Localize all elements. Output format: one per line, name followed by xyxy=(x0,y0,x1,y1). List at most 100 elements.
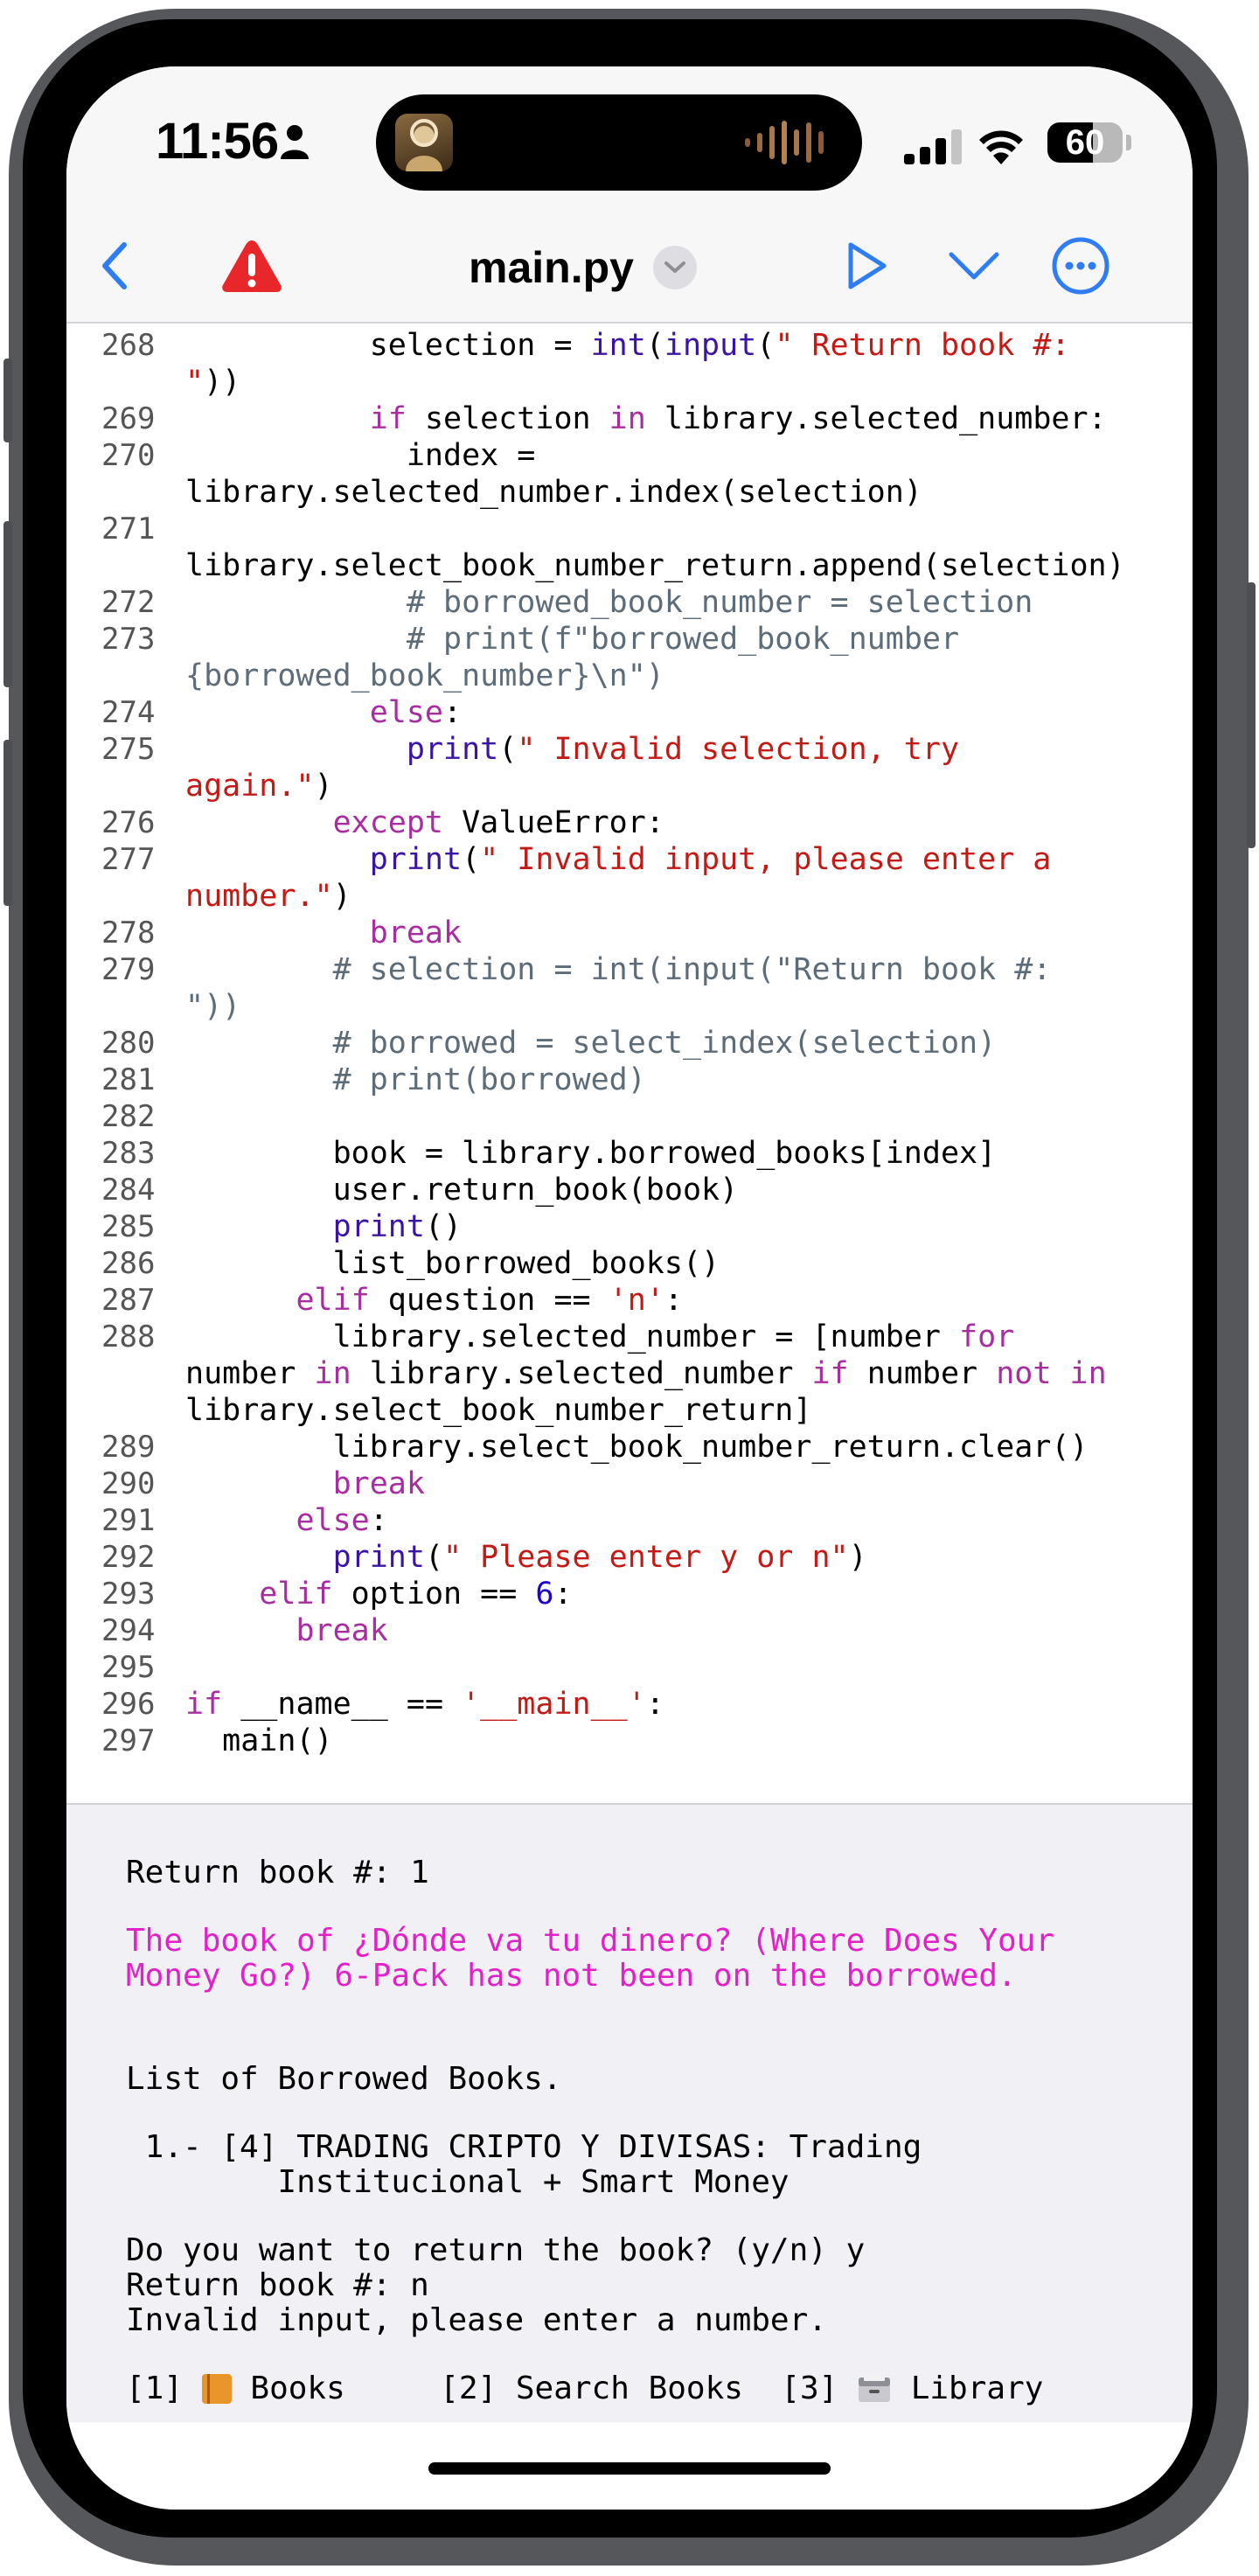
console-line: Invalid input, please enter a number. xyxy=(126,2302,827,2338)
cellular-signal-icon xyxy=(904,129,962,164)
code-token: in xyxy=(1069,1356,1107,1391)
code-token: # borrowed = select_index(selection) xyxy=(332,1026,997,1061)
line-number: 282 xyxy=(101,1099,156,1134)
code-token: {borrowed_book_number}\n") xyxy=(185,658,664,693)
volume-up-button xyxy=(3,521,12,687)
code-token: for xyxy=(959,1319,1015,1354)
code-token: ) xyxy=(314,769,333,804)
battery-indicator: 60 xyxy=(1047,122,1123,163)
editor-toolbar: main.py xyxy=(66,224,1193,324)
menu-item-books-key[interactable]: [1] xyxy=(126,2371,183,2406)
code-text: print() xyxy=(185,1208,463,1245)
battery-cap xyxy=(1126,135,1131,150)
console-line: List of Borrowed Books. xyxy=(126,2061,562,2097)
code-text: list_borrowed_books() xyxy=(185,1245,720,1282)
code-token: question == xyxy=(369,1283,609,1318)
code-text: except ValueError: xyxy=(185,804,664,841)
code-token: in xyxy=(314,1356,351,1391)
code-token: " Invalid input, please enter a xyxy=(480,842,1052,877)
line-number: 274 xyxy=(101,695,156,730)
code-token: print xyxy=(406,732,499,767)
code-token: ( xyxy=(498,732,518,767)
console-line: Do you want to return the book? (y/n) y xyxy=(126,2232,866,2268)
code-text: index = xyxy=(185,437,536,474)
code-token: selection = xyxy=(185,328,591,363)
code-text: library.select_book_number_return] xyxy=(185,1392,811,1429)
action-button xyxy=(3,359,12,442)
code-text: user.return_book(book) xyxy=(185,1172,739,1208)
code-text: print(" Invalid input, please enter a xyxy=(185,841,1052,878)
menu-item-books[interactable]: Books xyxy=(250,2371,344,2406)
now-playing-artwork-icon xyxy=(395,114,453,171)
run-button[interactable] xyxy=(832,231,902,301)
code-editor[interactable]: 268 selection = int(input(" Return book … xyxy=(66,324,1193,1801)
code-token: ( xyxy=(645,328,664,363)
more-options-button[interactable] xyxy=(1046,231,1116,301)
console-output[interactable]: Return book #: 1 The book of ¿Dónde va t… xyxy=(66,1803,1193,2424)
code-text: elif option == 6: xyxy=(185,1576,572,1612)
code-token: break xyxy=(369,916,463,950)
line-number: 293 xyxy=(101,1577,156,1612)
code-token: main() xyxy=(185,1723,333,1758)
toggle-console-button[interactable] xyxy=(939,231,1009,301)
line-number: 279 xyxy=(101,952,156,987)
code-token: library.selected_number.index(selection) xyxy=(185,475,922,510)
code-text: # borrowed = select_index(selection) xyxy=(185,1025,997,1062)
wifi-icon xyxy=(979,130,1023,164)
menu-item-library[interactable]: Library xyxy=(911,2371,1044,2406)
warnings-button[interactable] xyxy=(217,231,287,301)
line-number: 278 xyxy=(101,916,156,950)
home-indicator[interactable] xyxy=(428,2462,831,2475)
back-button[interactable] xyxy=(80,231,150,301)
line-number: 271 xyxy=(101,512,156,547)
line-number: 275 xyxy=(101,732,156,767)
code-text: print(" Please enter y or n") xyxy=(185,1539,867,1576)
code-token: __name__ == xyxy=(222,1687,463,1722)
line-number: 296 xyxy=(101,1687,156,1722)
console-line: 1.- [4] TRADING CRIPTO Y DIVISAS: Tradin… xyxy=(126,2129,922,2165)
code-token: " xyxy=(185,365,205,400)
menu-item-search-books[interactable]: [2] Search Books xyxy=(440,2371,743,2406)
status-time: 11:56 xyxy=(156,113,279,170)
code-token: ) xyxy=(848,1540,867,1575)
title-menu-button[interactable] xyxy=(652,246,697,289)
code-token: number xyxy=(185,1356,315,1391)
file-title-menu[interactable]: main.py xyxy=(469,233,697,303)
battery-percent: 60 xyxy=(1065,123,1105,162)
console-menu: [1] Books [2] Search Books [3] Library xyxy=(126,2371,1043,2406)
code-text: if __name__ == '__main__': xyxy=(185,1686,664,1723)
code-text: number in library.selected_number if num… xyxy=(185,1355,1107,1392)
line-number: 281 xyxy=(101,1062,156,1097)
code-token: list_borrowed_books() xyxy=(185,1246,720,1281)
line-number: 285 xyxy=(101,1209,156,1244)
code-token: option == xyxy=(332,1577,536,1612)
code-text: else: xyxy=(185,694,462,731)
line-number: 290 xyxy=(101,1466,156,1501)
code-token: else xyxy=(369,695,444,730)
code-text: if selection in library.selected_number: xyxy=(185,400,1107,437)
menu-item-library-key[interactable]: [3] xyxy=(781,2371,838,2406)
line-number: 283 xyxy=(101,1136,156,1171)
code-token: input xyxy=(664,328,757,363)
line-number: 277 xyxy=(101,842,156,877)
code-token: " Please enter y or n" xyxy=(443,1540,849,1575)
collapse-chevron-icon xyxy=(949,252,999,280)
line-number: 276 xyxy=(101,805,156,840)
code-token: : xyxy=(645,1687,664,1722)
code-token: ( xyxy=(756,328,776,363)
code-token: except xyxy=(332,805,444,840)
code-token: break xyxy=(296,1613,388,1648)
code-text: ")) xyxy=(185,988,240,1025)
status-bar: 11:56 60 xyxy=(66,66,1193,224)
console-line: Return book #: 1 xyxy=(126,1855,429,1890)
home-area xyxy=(66,2422,1193,2510)
code-token: : xyxy=(664,1283,683,1318)
power-button xyxy=(1247,582,1256,848)
dynamic-island xyxy=(376,94,862,191)
chevron-down-icon xyxy=(664,261,685,273)
